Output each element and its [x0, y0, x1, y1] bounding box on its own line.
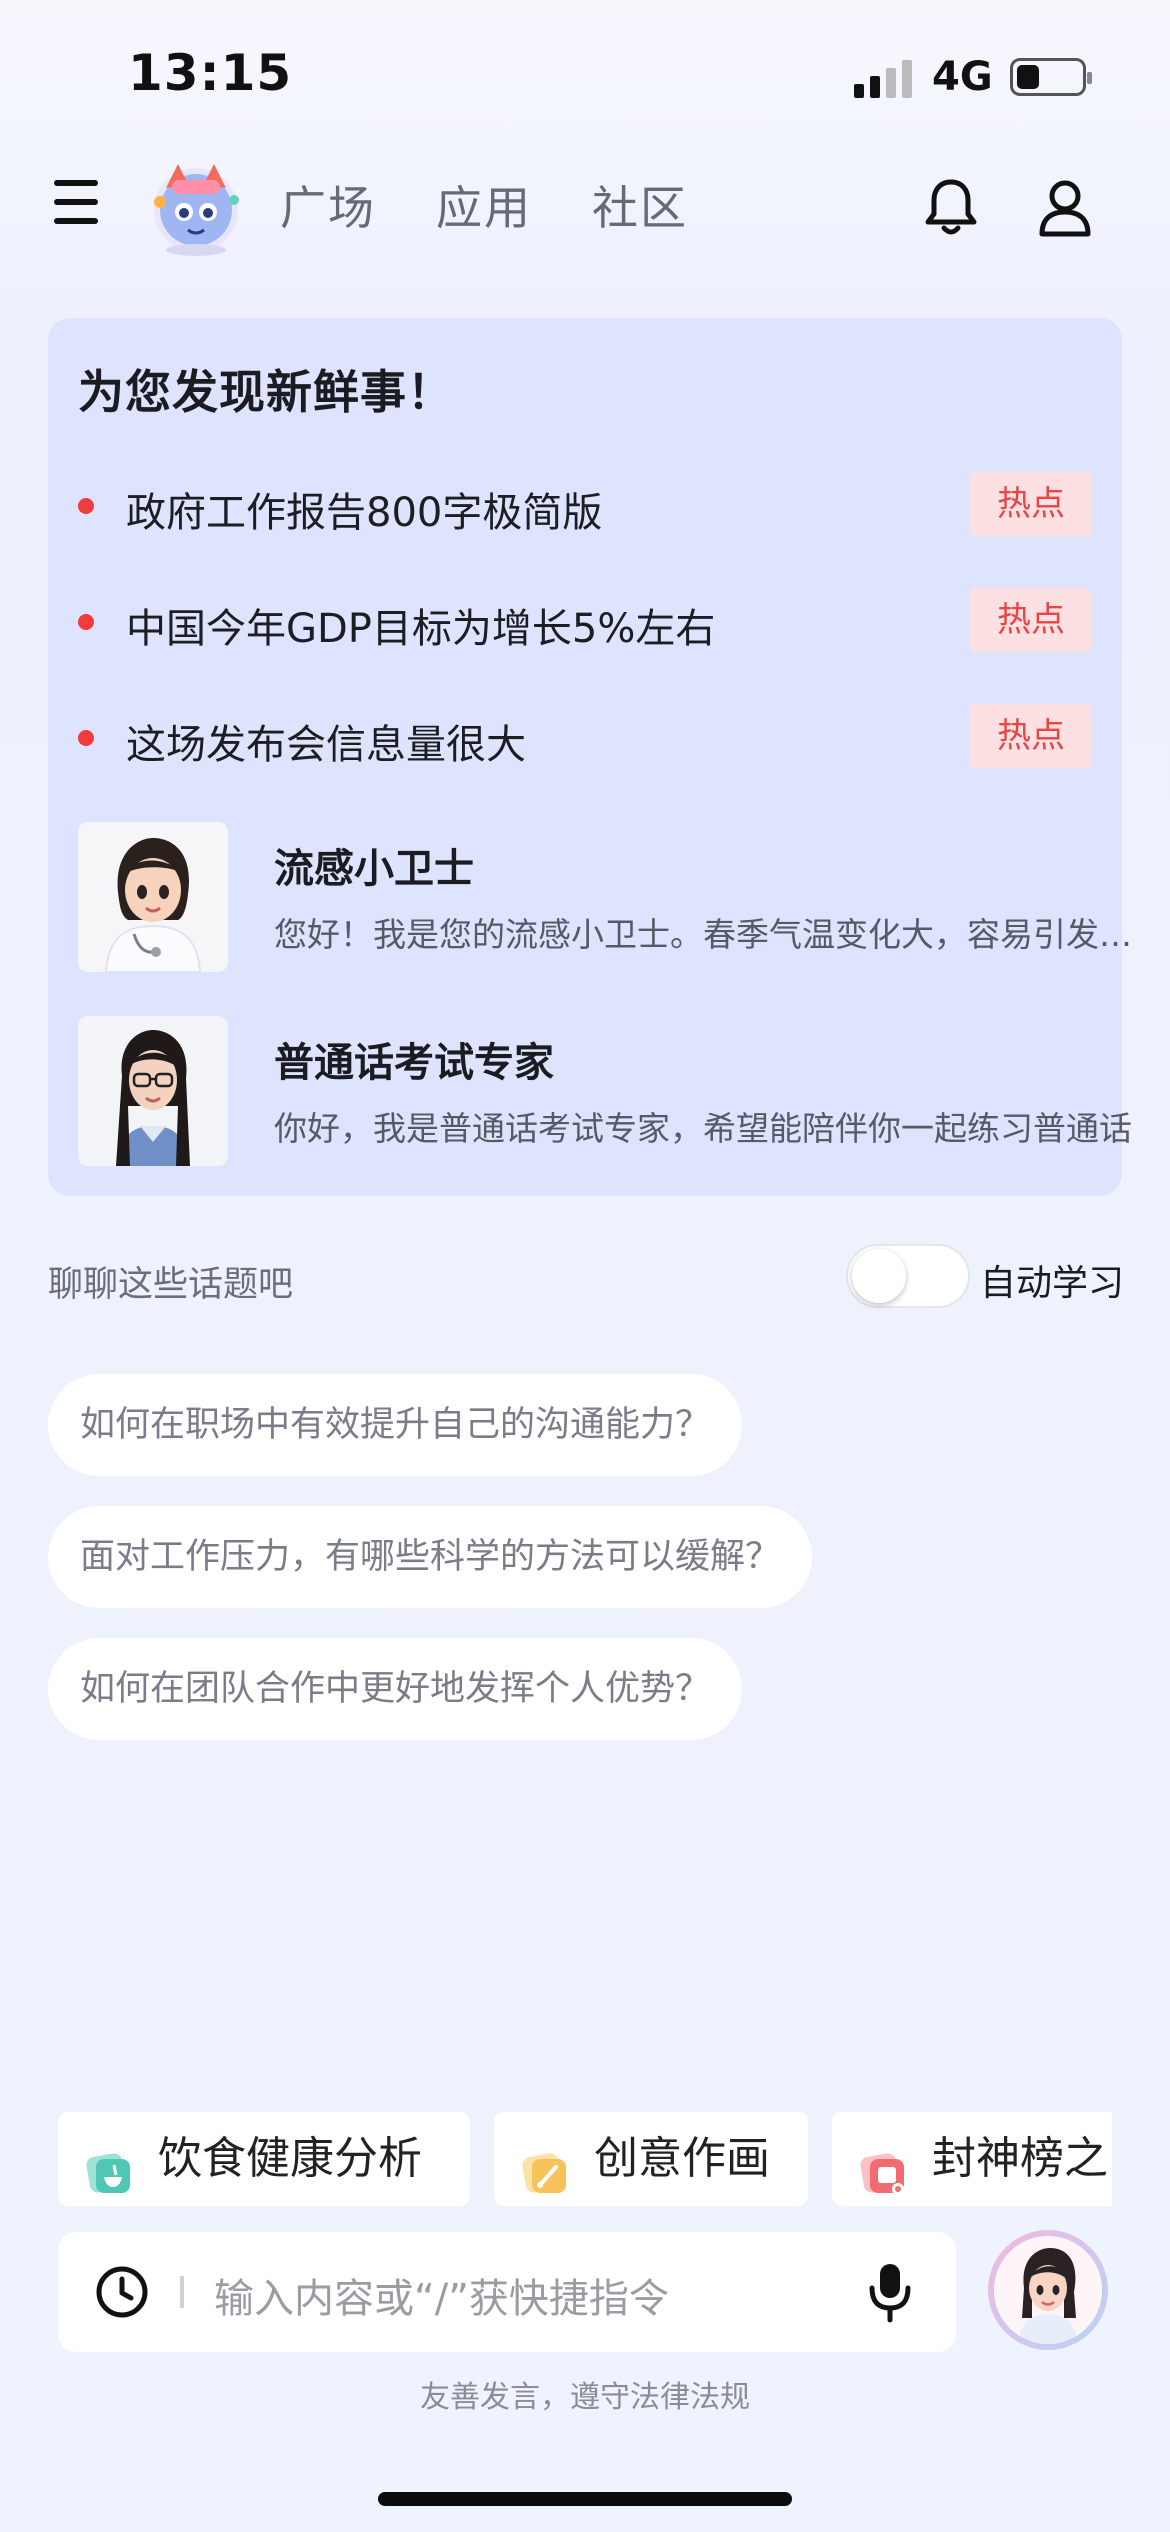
- agent-name: 普通话考试专家: [274, 1040, 554, 1086]
- discover-title: 为您发现新鲜事！: [78, 365, 454, 419]
- bullet-dot: [78, 614, 94, 630]
- chat-input-bar[interactable]: 输入内容或“/”获快捷指令: [58, 2232, 956, 2352]
- agent-description: 你好，我是普通话考试专家，希望能陪伴你一起练习普通话: [274, 1109, 1132, 1148]
- footer-note: 友善发言，遵守法律法规: [420, 2380, 750, 2415]
- tab-community[interactable]: 社区: [592, 172, 688, 238]
- agent-avatar: [78, 1016, 228, 1166]
- scroll-icon: [858, 2136, 908, 2195]
- chat-input-placeholder[interactable]: 输入内容或“/”获快捷指令: [214, 2266, 669, 2324]
- microphone-icon[interactable]: [868, 2260, 912, 2324]
- hot-item[interactable]: 政府工作报告800字极简版 热点: [78, 472, 1092, 536]
- status-time: 13:15: [128, 44, 293, 102]
- text-cursor: [180, 2276, 184, 2308]
- topic-suggestion[interactable]: 如何在职场中有效提升自己的沟通能力？: [48, 1374, 743, 1476]
- agent-avatar: [78, 822, 228, 972]
- tab-square[interactable]: 广场: [280, 172, 376, 238]
- hot-item[interactable]: 这场发布会信息量很大 热点: [78, 704, 1092, 768]
- quick-action-label: 封神榜之: [932, 2133, 1108, 2184]
- hot-badge: 热点: [970, 704, 1092, 768]
- quick-action-creative-paint[interactable]: 创意作画: [494, 2112, 808, 2206]
- quick-action-label: 创意作画: [594, 2133, 770, 2184]
- hot-badge: 热点: [970, 472, 1092, 536]
- user-profile-icon[interactable]: [1036, 176, 1094, 238]
- assistant-avatar[interactable]: [988, 2230, 1108, 2350]
- topics-label: 聊聊这些话题吧: [48, 1265, 294, 1305]
- quick-actions-bar: 饮食健康分析 创意作画 封神榜之: [58, 2112, 1112, 2206]
- quick-action-fengshen[interactable]: 封神榜之: [832, 2112, 1112, 2206]
- home-indicator[interactable]: [378, 2492, 792, 2506]
- agent-name: 流感小卫士: [274, 846, 474, 892]
- cellular-signal-icon: [854, 58, 914, 98]
- hot-badge: 热点: [970, 588, 1092, 652]
- history-clock-icon[interactable]: [94, 2264, 150, 2320]
- bell-icon[interactable]: [922, 176, 980, 238]
- agent-card[interactable]: 普通话考试专家 你好，我是普通话考试专家，希望能陪伴你一起练习普通话: [78, 1016, 1132, 1166]
- auto-learn-toggle[interactable]: [846, 1244, 970, 1308]
- menu-icon[interactable]: [54, 180, 98, 224]
- paint-icon: [520, 2136, 570, 2193]
- network-type: 4G: [932, 54, 993, 100]
- app-logo[interactable]: [144, 150, 248, 260]
- quick-action-food-health[interactable]: 饮食健康分析: [58, 2112, 470, 2206]
- tab-apps[interactable]: 应用: [436, 172, 532, 238]
- topic-suggestion[interactable]: 面对工作压力，有哪些科学的方法可以缓解？: [48, 1506, 813, 1608]
- bullet-dot: [78, 498, 94, 514]
- quick-action-label: 饮食健康分析: [158, 2133, 422, 2184]
- battery-icon: [1010, 58, 1092, 96]
- toggle-knob: [852, 1249, 906, 1303]
- hot-item-text: 政府工作报告800字极简版: [126, 490, 603, 536]
- auto-learn-label: 自动学习: [980, 1263, 1125, 1304]
- hot-item[interactable]: 中国今年GDP目标为增长5%左右 热点: [78, 588, 1092, 652]
- topic-suggestion[interactable]: 如何在团队合作中更好地发挥个人优势？: [48, 1638, 743, 1740]
- agent-description: 您好！我是您的流感小卫士。春季气温变化大，容易引发流感，有什么问题都可以问我: [274, 915, 1154, 954]
- hot-item-text: 中国今年GDP目标为增长5%左右: [126, 606, 716, 652]
- bullet-dot: [78, 730, 94, 746]
- agent-card[interactable]: 流感小卫士 您好！我是您的流感小卫士。春季气温变化大，容易引发流感，有什么问题都…: [78, 822, 1154, 972]
- hot-item-text: 这场发布会信息量很大: [126, 722, 526, 768]
- food-icon: [84, 2136, 134, 2193]
